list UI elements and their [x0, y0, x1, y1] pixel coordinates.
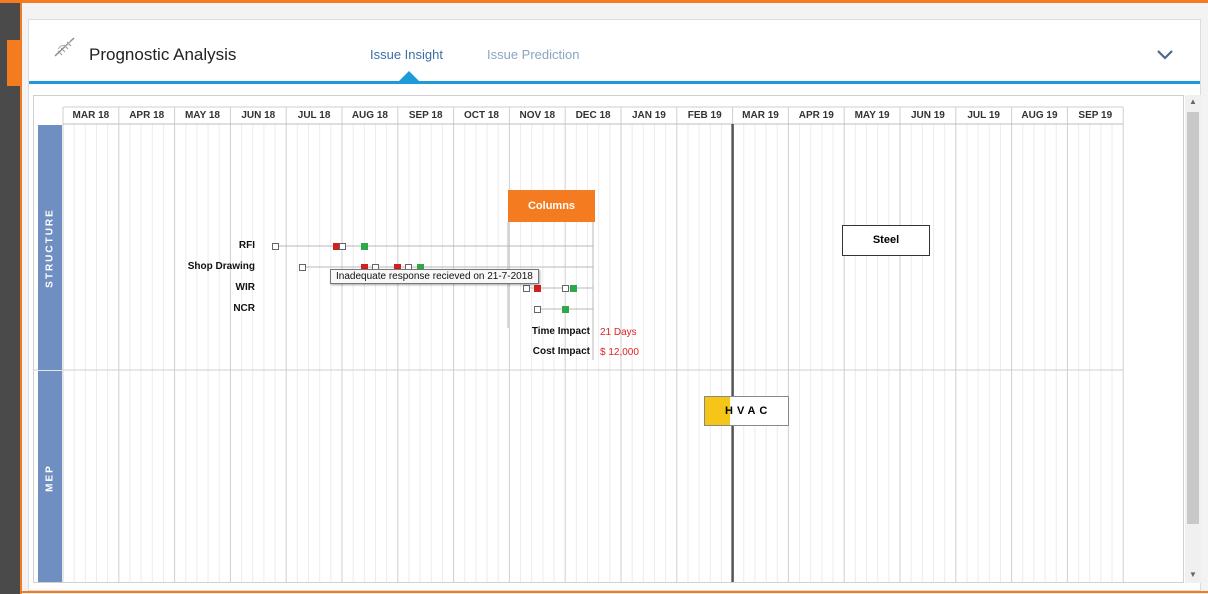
left-rail-divider — [20, 3, 22, 594]
month-label: MAY 19 — [854, 110, 890, 121]
scroll-down-icon[interactable]: ▼ — [1188, 570, 1198, 579]
header-underline — [29, 81, 1200, 84]
activity-columns[interactable]: Columns — [508, 190, 595, 222]
tab-issue-prediction[interactable]: Issue Prediction — [487, 47, 580, 62]
band-mep: MEP — [38, 371, 62, 582]
issue-row-label: NCR — [233, 303, 255, 314]
chevron-down-icon[interactable] — [1153, 44, 1177, 64]
cost-impact-value: $ 12,000 — [600, 347, 639, 358]
band-structure: STRUCTURE — [38, 125, 62, 370]
month-label: DEC 18 — [575, 110, 611, 121]
month-label: NOV 18 — [519, 110, 556, 121]
left-rail — [0, 3, 21, 594]
activity-steel-label: Steel — [872, 234, 900, 246]
tab-issue-insight[interactable]: Issue Insight — [370, 47, 443, 62]
month-label: JUL 19 — [967, 110, 1000, 121]
month-label: MAR 19 — [742, 110, 779, 121]
month-label: SEP 19 — [1078, 110, 1113, 121]
gantt-chart: MAR 18 APR 18 MAY 18 JUN 18 JUL 18 AUG 18 SEP … — [33, 95, 1184, 583]
month-label: AUG 18 — [351, 110, 388, 121]
tooltip-text: Inadequate response recieved on 21-7-201… — [336, 271, 533, 282]
issue-marker-red[interactable] — [533, 284, 541, 292]
cost-impact-label: Cost Impact — [532, 346, 590, 357]
month-label: AUG 19 — [1021, 110, 1058, 121]
scrollbar-thumb[interactable] — [1187, 112, 1199, 524]
scroll-up-icon[interactable]: ▲ — [1188, 97, 1198, 106]
band-structure-label: STRUCTURE — [44, 207, 56, 288]
month-label: MAR 18 — [72, 110, 110, 121]
band-mep-label: MEP — [44, 463, 56, 492]
issue-marker-empty[interactable] — [561, 284, 569, 292]
time-impact-value: 21 Days — [600, 327, 637, 338]
month-label: JUL 18 — [297, 110, 331, 121]
issue-marker-empty[interactable] — [299, 263, 307, 271]
month-label: JUN 18 — [241, 110, 276, 121]
activity-hvac[interactable]: HVAC — [704, 396, 789, 426]
month-label: APR 18 — [129, 110, 165, 121]
time-impact-label: Time Impact — [531, 326, 590, 337]
left-rail-active-indicator[interactable] — [7, 40, 21, 86]
issue-marker-green[interactable] — [570, 284, 578, 292]
issue-marker-green[interactable] — [360, 242, 368, 250]
page-title: Prognostic Analysis — [89, 45, 237, 64]
issue-tooltip: Inadequate response recieved on 21-7-201… — [330, 269, 539, 284]
issue-marker-green[interactable] — [561, 305, 569, 313]
month-label: MAY 18 — [184, 110, 220, 121]
month-label: APR 19 — [798, 110, 834, 121]
month-label: SEP 18 — [408, 110, 443, 121]
bottom-accent-bar — [21, 591, 1208, 593]
issue-marker-empty[interactable] — [271, 242, 279, 250]
issue-marker-empty[interactable] — [522, 284, 530, 292]
activity-hvac-label: HVAC — [725, 405, 772, 417]
issue-marker-empty[interactable] — [533, 305, 541, 313]
active-tab-caret — [399, 71, 419, 81]
month-label: OCT 18 — [463, 110, 499, 121]
issue-row-label: WIR — [235, 282, 255, 293]
dna-icon — [54, 37, 75, 57]
month-label: JAN 19 — [631, 110, 666, 121]
issue-row-label: Shop Drawing — [187, 261, 255, 272]
month-label: FEB 19 — [687, 110, 722, 121]
activity-steel[interactable]: Steel — [842, 225, 930, 256]
top-accent-bar — [0, 0, 1208, 3]
panel-header: Prognostic Analysis Issue Insight Issue … — [29, 20, 1200, 84]
issue-marker-empty[interactable] — [338, 242, 346, 250]
timeline-grid — [34, 106, 1124, 582]
issue-row-label: RFI — [238, 240, 255, 251]
activity-columns-label: Columns — [527, 200, 576, 212]
month-label: JUN 19 — [910, 110, 945, 121]
